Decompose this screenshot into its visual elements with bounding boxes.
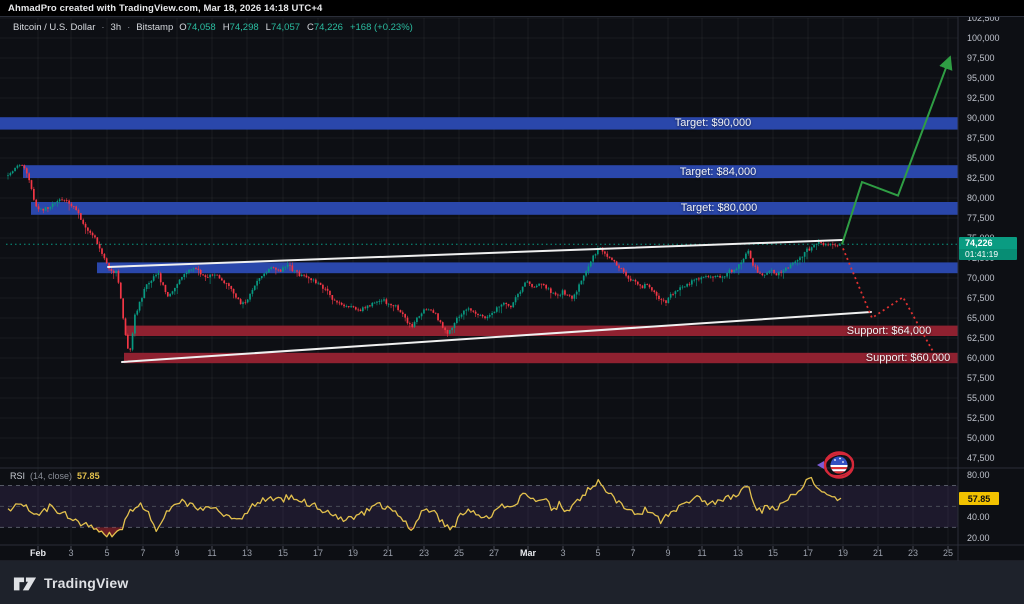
time-tick-label: 19: [838, 548, 848, 558]
price-tick-label: 62,500: [967, 333, 995, 343]
time-tick-label: 25: [943, 548, 953, 558]
interval-label[interactable]: 3h: [111, 22, 122, 33]
footer-bar: TradingView: [0, 561, 1024, 604]
price-tick-label: 80,000: [967, 193, 995, 203]
time-tick-label: 13: [733, 548, 743, 558]
ohlc-values: O74,058 H74,298 L74,057 C74,226 +168 (+0…: [179, 22, 413, 33]
current-price-value: 74,226: [959, 237, 1017, 249]
time-tick-label: 15: [278, 548, 288, 558]
current-price-tag: 74,226 01:41:19: [959, 237, 1017, 260]
zone-target-80000[interactable]: [31, 202, 958, 215]
price-tick-label: 77,500: [967, 213, 995, 223]
low-value: L74,057: [266, 22, 300, 33]
price-chart-canvas[interactable]: [0, 0, 1024, 604]
time-tick-label: Mar: [520, 548, 536, 558]
bullish-projection-line[interactable]: [842, 57, 950, 244]
time-tick-label: 27: [489, 548, 499, 558]
price-tick-label: 50,000: [967, 433, 995, 443]
rsi-value: 57.85: [77, 471, 100, 481]
time-tick-label: 17: [313, 548, 323, 558]
price-tick-label: 97,500: [967, 53, 995, 63]
time-tick-label: 3: [560, 548, 565, 558]
price-tick-label: 57,500: [967, 373, 995, 383]
time-tick-label: 21: [383, 548, 393, 558]
zone-label-support-64000[interactable]: Support: $64,000: [847, 325, 931, 337]
price-tick-label: 47,500: [967, 453, 995, 463]
rsi-title[interactable]: RSI: [10, 471, 25, 481]
time-tick-label: 21: [873, 548, 883, 558]
sticker-flag-ball: [829, 456, 849, 473]
time-tick-label: 15: [768, 548, 778, 558]
open-value: O74,058: [179, 22, 215, 33]
legend-separator: ·: [101, 22, 104, 33]
watermark-bar: AhmadPro created with TradingView.com, M…: [0, 0, 1024, 17]
price-tick-label: 100,000: [967, 33, 1000, 43]
high-value: H74,298: [223, 22, 259, 33]
time-tick-label: 5: [104, 548, 109, 558]
rsi-tick-label: 80.00: [967, 470, 990, 480]
change-value: +168 (+0.23%): [350, 22, 413, 33]
legend-separator: ·: [127, 22, 130, 33]
symbol-title[interactable]: Bitcoin / U.S. Dollar: [13, 22, 95, 33]
tradingview-brand[interactable]: TradingView: [13, 573, 128, 593]
time-tick-label: 9: [665, 548, 670, 558]
rsi-params: (14, close): [30, 471, 72, 481]
rsi-indicator-legend[interactable]: RSI (14, close) 57.85: [10, 471, 100, 481]
zone-label-target-80000[interactable]: Target: $80,000: [681, 202, 757, 214]
zone-label-support-60000[interactable]: Support: $60,000: [866, 352, 950, 364]
time-tick-label: 23: [419, 548, 429, 558]
symbol-legend[interactable]: Bitcoin / U.S. Dollar · 3h · Bitstamp O7…: [13, 21, 413, 34]
exchange-label[interactable]: Bitstamp: [136, 22, 173, 33]
time-tick-label: 23: [908, 548, 918, 558]
rsi-tick-label: 20.00: [967, 533, 990, 543]
grid: [0, 18, 958, 545]
usa-ball-sticker[interactable]: [816, 448, 856, 484]
zone-label-target-90000[interactable]: Target: $90,000: [675, 117, 751, 129]
watermark-text: AhmadPro created with TradingView.com, M…: [8, 3, 322, 14]
price-tick-label: 85,000: [967, 153, 995, 163]
zone-resistance-71500[interactable]: [97, 262, 958, 273]
time-tick-label: 11: [207, 548, 216, 558]
price-tick-label: 70,000: [967, 273, 995, 283]
time-tick-label: 7: [140, 548, 145, 558]
price-tick-label: 65,000: [967, 313, 995, 323]
price-tick-label: 90,000: [967, 113, 995, 123]
price-tick-label: 60,000: [967, 353, 995, 363]
price-tick-label: 67,500: [967, 293, 995, 303]
bar-countdown: 01:41:19: [959, 249, 1017, 260]
time-tick-label: 25: [454, 548, 464, 558]
close-value: C74,226: [307, 22, 343, 33]
time-tick-label: 11: [697, 548, 706, 558]
zone-label-target-84000[interactable]: Target: $84,000: [680, 166, 756, 178]
price-tick-label: 95,000: [967, 73, 995, 83]
zone-target-90000[interactable]: [0, 117, 958, 129]
zone-target-84000[interactable]: [23, 165, 958, 178]
tradingview-logo-icon: [13, 573, 37, 593]
time-tick-label: 17: [803, 548, 813, 558]
brand-name: TradingView: [44, 575, 128, 591]
rsi-tick-label: 40.00: [967, 512, 990, 522]
time-tick-label: 3: [68, 548, 73, 558]
sticker-arrow-icon: [817, 461, 824, 469]
time-tick-label: Feb: [30, 548, 46, 558]
price-tick-label: 82,500: [967, 173, 995, 183]
time-tick-label: 9: [174, 548, 179, 558]
time-tick-label: 7: [630, 548, 635, 558]
price-tick-label: 87,500: [967, 133, 995, 143]
time-tick-label: 19: [348, 548, 358, 558]
time-tick-label: 5: [595, 548, 600, 558]
price-tick-label: 55,000: [967, 393, 995, 403]
time-tick-label: 13: [242, 548, 252, 558]
rsi-value-tag: 57.85: [959, 492, 999, 505]
price-tick-label: 92,500: [967, 93, 995, 103]
price-tick-label: 52,500: [967, 413, 995, 423]
tradingview-chart-window: AhmadPro created with TradingView.com, M…: [0, 0, 1024, 604]
rsi-pane[interactable]: [0, 478, 958, 537]
